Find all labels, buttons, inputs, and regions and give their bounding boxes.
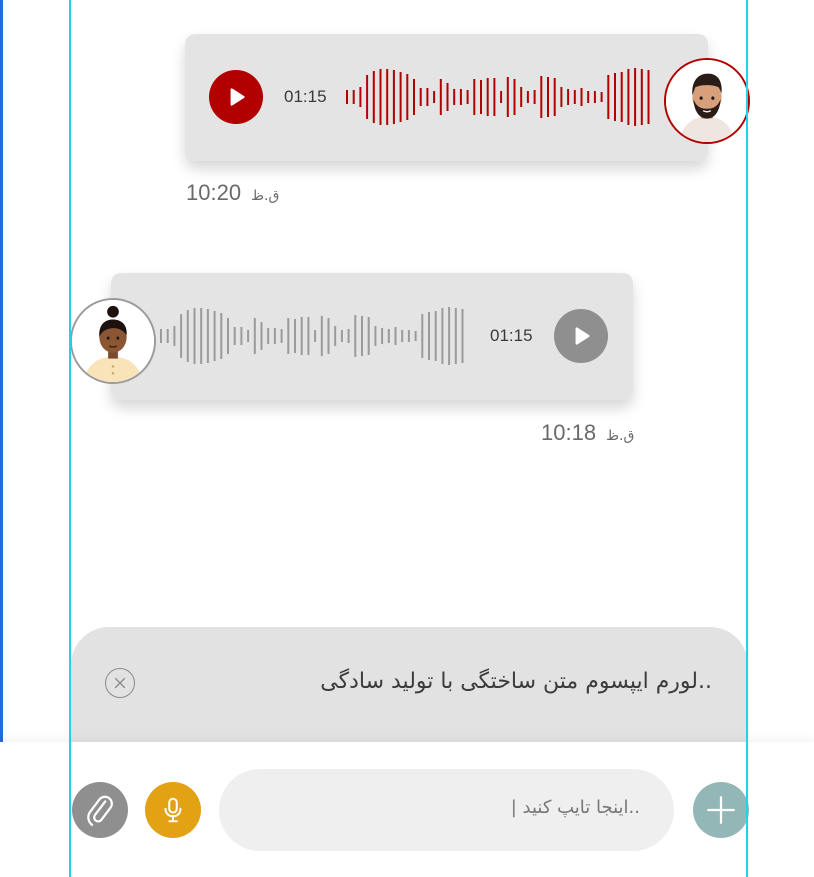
message-input[interactable]: ..اینجا تایپ کنید | (219, 769, 674, 851)
message-input-placeholder: ..اینجا تایپ کنید | (510, 797, 640, 818)
timestamp-ampm: ق.ظ (606, 428, 635, 444)
message-timestamp: 10:18 ق.ظ (541, 420, 634, 446)
plus-icon (707, 796, 735, 824)
play-icon (575, 327, 590, 345)
play-button[interactable] (209, 70, 263, 124)
reply-preview-text: ..لورم ایپسوم متن ساختگی با تولید سادگی (320, 669, 712, 694)
audio-waveform[interactable] (345, 62, 665, 132)
add-button[interactable] (693, 782, 749, 838)
play-button[interactable] (554, 309, 608, 363)
avatar[interactable] (70, 298, 156, 384)
timestamp-time: 10:18 (541, 420, 597, 445)
attach-button[interactable] (72, 782, 128, 838)
play-icon (230, 88, 245, 106)
received-voice-message: 01:15 (111, 273, 633, 400)
close-circle-icon (114, 677, 126, 689)
message-timestamp: 10:20 ق.ظ (186, 180, 279, 206)
woman-avatar-icon (72, 300, 154, 382)
message-composer: ..اینجا تایپ کنید | (0, 742, 814, 877)
record-voice-button[interactable] (145, 782, 201, 838)
voice-duration: 01:15 (284, 87, 327, 106)
layout-guide-left (69, 0, 71, 877)
voice-duration: 01:15 (490, 326, 533, 345)
layout-guide-right (746, 0, 748, 877)
timestamp-ampm: ق.ظ (251, 188, 280, 204)
sent-voice-message: 01:15 (185, 34, 708, 161)
audio-waveform[interactable] (159, 301, 479, 371)
man-avatar-icon (666, 60, 748, 142)
paperclip-icon (87, 795, 113, 826)
microphone-icon (164, 797, 182, 823)
timestamp-time: 10:20 (186, 180, 242, 205)
close-reply-button[interactable] (105, 668, 135, 698)
avatar[interactable] (664, 58, 750, 144)
